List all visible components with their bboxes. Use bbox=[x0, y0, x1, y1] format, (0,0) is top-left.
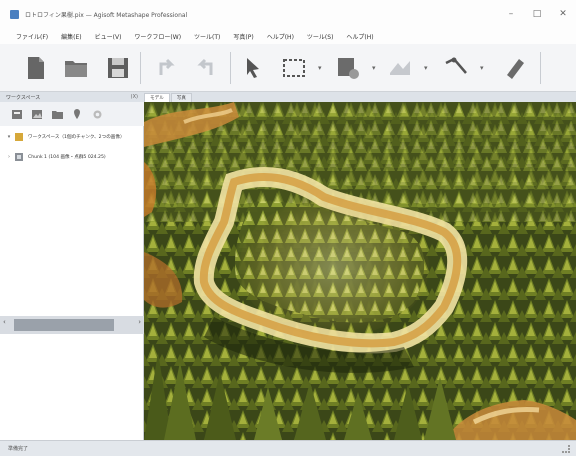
window-title: ロトロフィン果樹.pix — Agisoft Metashape Profess… bbox=[25, 11, 188, 19]
undo-icon[interactable] bbox=[152, 54, 180, 82]
expander-icon[interactable]: › bbox=[4, 154, 14, 160]
menu-file[interactable]: ファイル(F) bbox=[16, 32, 48, 41]
resize-grip-icon[interactable] bbox=[562, 445, 570, 453]
view-tabs: モデル 写真 bbox=[144, 92, 576, 102]
chevron-down-icon[interactable]: ▾ bbox=[480, 64, 484, 72]
title-bar: ロトロフィン果樹.pix — Agisoft Metashape Profess… bbox=[0, 0, 576, 28]
scroll-left-icon[interactable]: ‹ bbox=[3, 318, 6, 326]
menu-bar: ファイル(F) 編集(E) ビュー(V) ワークフロー(W) ツール(T) 写真… bbox=[0, 28, 576, 44]
chevron-down-icon[interactable]: ▾ bbox=[424, 64, 428, 72]
panel-close-button[interactable]: (X) bbox=[131, 94, 138, 100]
tree-item-label: ワークスペース（1個のチャンク、2つの画像） bbox=[28, 135, 125, 140]
workspace-toolbar bbox=[0, 102, 144, 126]
settings-gear-icon[interactable] bbox=[90, 107, 104, 121]
status-text: 準備完了 bbox=[8, 446, 29, 452]
menu-tools-2[interactable]: ツール(S) bbox=[307, 32, 334, 41]
rectangle-select-icon[interactable] bbox=[280, 54, 308, 82]
tree-item-label: Chunk 1 (104 画像・点群5 024.25) bbox=[28, 155, 106, 160]
ruler-icon[interactable] bbox=[442, 54, 470, 82]
workspace-tree: ▾ ワークスペース（1個のチャンク、2つの画像） › Chunk 1 (104 … bbox=[0, 126, 144, 316]
add-chunk-icon[interactable] bbox=[10, 107, 24, 121]
minimize-button[interactable]: – bbox=[498, 0, 524, 28]
menu-view[interactable]: ビュー(V) bbox=[95, 32, 122, 41]
chunk-icon bbox=[15, 153, 23, 161]
new-document-icon[interactable] bbox=[22, 54, 50, 82]
add-photos-icon[interactable] bbox=[30, 107, 44, 121]
status-bar: 準備完了 bbox=[0, 440, 576, 456]
toolbar-separator bbox=[140, 52, 141, 84]
menu-tools[interactable]: ツール(T) bbox=[194, 32, 220, 41]
tree-item-chunk[interactable]: › Chunk 1 (104 画像・点群5 024.25) bbox=[0, 150, 144, 164]
workspace-panel-header: ワークスペース (X) bbox=[0, 92, 144, 102]
chevron-down-icon[interactable]: ▾ bbox=[318, 64, 322, 72]
chevron-down-icon[interactable]: ▾ bbox=[372, 64, 376, 72]
toolbar-separator bbox=[230, 52, 231, 84]
tab-photo[interactable]: 写真 bbox=[170, 93, 192, 102]
shape-icon[interactable] bbox=[334, 54, 362, 82]
toolbar-separator bbox=[540, 52, 541, 84]
menu-edit[interactable]: 編集(E) bbox=[61, 32, 81, 41]
menu-help-2[interactable]: ヘルプ(H) bbox=[346, 32, 373, 41]
redo-icon[interactable] bbox=[192, 54, 220, 82]
workspace-panel-title: ワークスペース bbox=[6, 94, 41, 101]
open-folder-icon[interactable] bbox=[62, 54, 90, 82]
main-toolbar: ▾ ▾ ▾ ▾ bbox=[0, 44, 576, 92]
menu-help[interactable]: ヘルプ(H) bbox=[267, 32, 294, 41]
workspace-icon bbox=[15, 133, 23, 141]
horizontal-scrollbar[interactable]: ‹ › bbox=[0, 316, 144, 334]
window-controls: – □ ✕ bbox=[498, 0, 576, 28]
app-logo-icon bbox=[10, 9, 19, 19]
expander-icon[interactable]: ▾ bbox=[4, 134, 14, 140]
model-view-icon[interactable] bbox=[386, 54, 414, 82]
menu-photo[interactable]: 写真(P) bbox=[233, 32, 253, 41]
cursor-arrow-icon[interactable] bbox=[238, 54, 266, 82]
model-viewport[interactable] bbox=[144, 102, 576, 440]
menu-workflow[interactable]: ワークフロー(W) bbox=[134, 32, 181, 41]
close-button[interactable]: ✕ bbox=[550, 0, 576, 28]
save-disk-icon[interactable] bbox=[104, 54, 132, 82]
eraser-icon[interactable] bbox=[500, 54, 528, 82]
add-folder-icon[interactable] bbox=[50, 107, 64, 121]
properties-pane bbox=[0, 334, 144, 440]
scrollbar-thumb[interactable] bbox=[14, 319, 114, 331]
scroll-right-icon[interactable]: › bbox=[138, 318, 141, 326]
maximize-button[interactable]: □ bbox=[524, 0, 550, 28]
forest-point-cloud-render bbox=[144, 102, 576, 440]
tree-item-workspace[interactable]: ▾ ワークスペース（1個のチャンク、2つの画像） bbox=[0, 130, 144, 144]
marker-icon[interactable] bbox=[70, 107, 84, 121]
tab-model[interactable]: モデル bbox=[144, 93, 170, 102]
